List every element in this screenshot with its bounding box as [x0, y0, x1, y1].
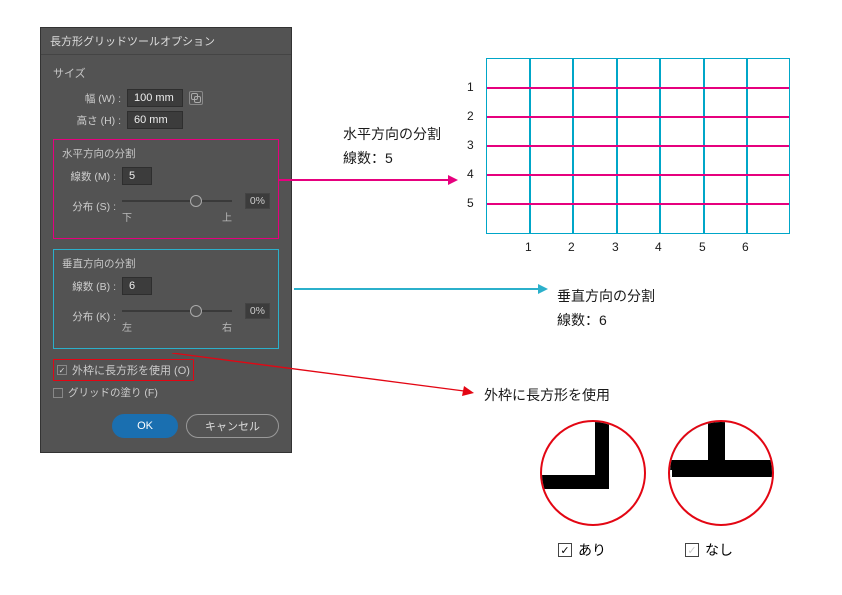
col-label-4: 4 — [655, 240, 662, 254]
row-label-5: 5 — [467, 196, 474, 210]
arrow-vertical — [294, 282, 548, 296]
ari-text: あり — [578, 540, 606, 560]
horiz-right-label: 上 — [222, 209, 232, 224]
dialog-title: 長方形グリッドツールオプション — [41, 28, 291, 55]
ari-check-icon: ✓ — [558, 543, 572, 557]
row-label-1: 1 — [467, 80, 474, 94]
height-input[interactable] — [127, 111, 183, 129]
col-label-6: 6 — [742, 240, 749, 254]
col-label-1: 1 — [525, 240, 532, 254]
annot-userect-text: 外枠に長方形を使用 — [484, 387, 610, 403]
horiz-count-input[interactable] — [122, 167, 152, 185]
example-ari-circle — [540, 420, 646, 526]
row-label-2: 2 — [467, 109, 474, 123]
row-label-4: 4 — [467, 167, 474, 181]
horiz-left-label: 下 — [122, 209, 132, 224]
horiz-dist-label: 分布 (S) : — [62, 199, 116, 214]
size-section-label: サイズ — [53, 65, 279, 81]
example-label-ari: ✓ あり — [558, 540, 606, 560]
col-label-2: 2 — [568, 240, 575, 254]
col-label-3: 3 — [612, 240, 619, 254]
vert-dist-pct: 0% — [245, 303, 270, 319]
row-label-3: 3 — [467, 138, 474, 152]
grid-preview — [486, 58, 790, 234]
example-nashi-circle — [668, 420, 774, 526]
col-label-5: 5 — [699, 240, 706, 254]
vert-dist-slider[interactable]: 0% — [122, 303, 270, 319]
vertical-divider-section: 垂直方向の分割 線数 (B) : 分布 (K) : 0% 左 右 — [53, 249, 279, 349]
annot-vert2: 線数：6 — [557, 309, 655, 333]
vert-left-label: 左 — [122, 319, 132, 334]
horiz-section-title: 水平方向の分割 — [62, 146, 270, 161]
use-rect-checkbox[interactable] — [57, 365, 67, 375]
annot-horiz2: 線数：5 — [343, 147, 441, 171]
annot-vert1: 垂直方向の分割 — [557, 285, 655, 309]
height-label: 高さ (H) : — [67, 113, 121, 128]
fill-grid-checkbox[interactable] — [53, 388, 63, 398]
horiz-dist-slider[interactable]: 0% — [122, 193, 270, 209]
horiz-dist-pct: 0% — [245, 193, 270, 209]
example-label-nashi: ✓ なし — [685, 540, 733, 560]
annotation-horizontal: 水平方向の分割 線数：5 — [343, 123, 441, 171]
width-input[interactable] — [127, 89, 183, 107]
cancel-button[interactable]: キャンセル — [186, 414, 279, 438]
vert-right-label: 右 — [222, 319, 232, 334]
annotation-vertical: 垂直方向の分割 線数：6 — [557, 285, 655, 333]
vert-count-label: 線数 (B) : — [62, 279, 116, 294]
ok-button[interactable]: OK — [112, 414, 178, 438]
horiz-count-label: 線数 (M) : — [62, 169, 116, 184]
vert-count-input[interactable] — [122, 277, 152, 295]
annotation-use-rect: 外枠に長方形を使用 — [484, 384, 610, 408]
nashi-check-icon: ✓ — [685, 543, 699, 557]
vert-section-title: 垂直方向の分割 — [62, 256, 270, 271]
anchor-icon[interactable] — [189, 91, 203, 105]
width-label: 幅 (W) : — [67, 91, 121, 106]
horizontal-divider-section: 水平方向の分割 線数 (M) : 分布 (S) : 0% 下 上 — [53, 139, 279, 239]
arrow-use-rect — [172, 353, 474, 397]
arrow-horizontal — [278, 173, 458, 187]
annot-horiz1: 水平方向の分割 — [343, 123, 441, 147]
nashi-text: なし — [705, 540, 733, 560]
fill-grid-label: グリッドの塗り (F) — [68, 385, 158, 400]
vert-dist-label: 分布 (K) : — [62, 309, 116, 324]
